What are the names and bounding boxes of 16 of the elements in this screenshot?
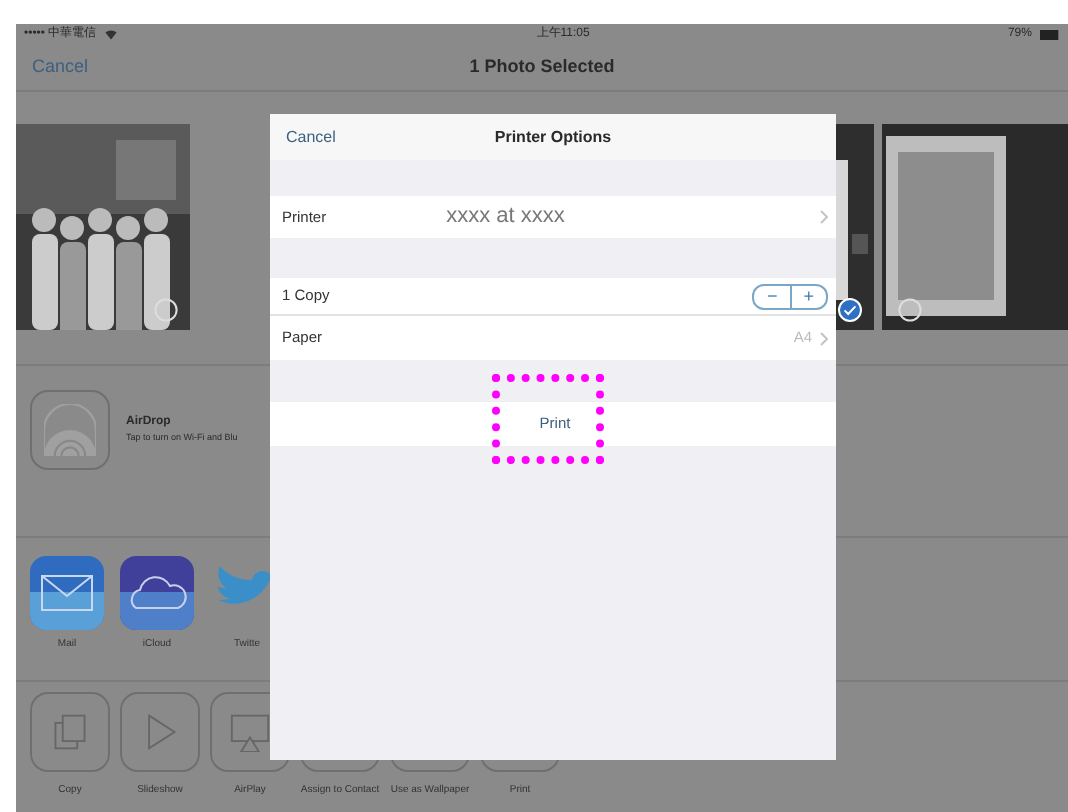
airdrop-button[interactable] <box>30 390 110 470</box>
battery-icon <box>1039 29 1060 39</box>
chevron-icon <box>820 331 828 345</box>
plus-button[interactable]: + <box>791 283 828 309</box>
cloud-icon[interactable] <box>120 556 194 630</box>
airplay-icon <box>230 712 270 752</box>
envelope-icon[interactable] <box>30 556 104 630</box>
minus-button[interactable]: − <box>752 283 792 309</box>
printer-value: xxxx at xxxx <box>446 202 565 233</box>
chevron-icon <box>820 210 828 224</box>
airdrop-icon <box>44 404 96 456</box>
wifi-icon <box>104 28 119 40</box>
cancel-link[interactable]: Cancel <box>286 125 336 149</box>
panel-title: Printer Options <box>494 125 612 149</box>
nav-title: 1 Photo Selected <box>469 53 615 80</box>
copy-icon <box>50 712 90 752</box>
